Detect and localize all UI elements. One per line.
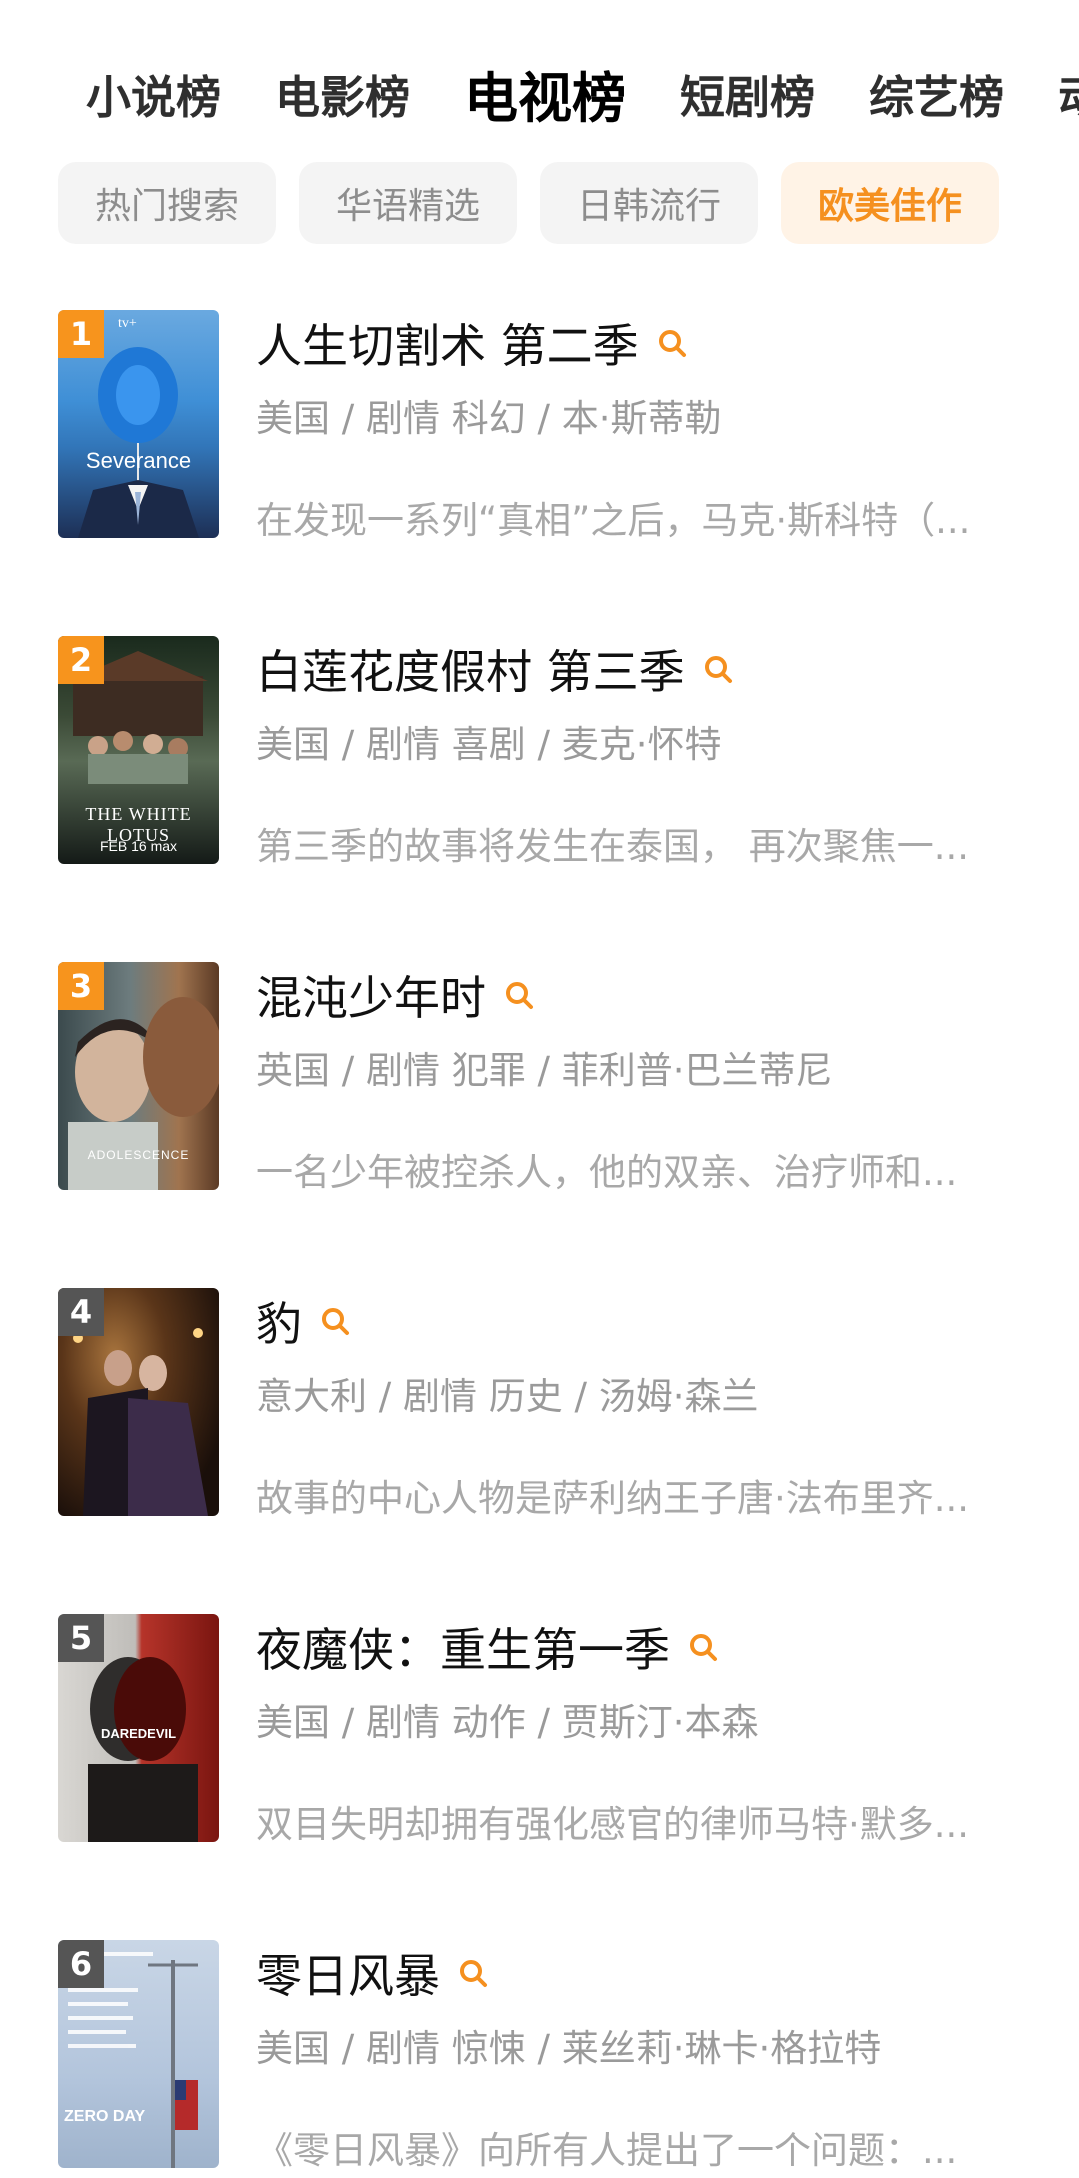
poster-image[interactable]: ZERO DAY 6	[58, 1940, 219, 2168]
list-item[interactable]: Severance tv+ 1 人生切割术 第二季 美国 / 剧情 科幻 / 本…	[0, 310, 1079, 542]
poster-subcaption: FEB 16 max	[99, 838, 178, 854]
tab-movie[interactable]: 电影榜	[275, 61, 410, 126]
tab-variety[interactable]: 综艺榜	[869, 61, 1004, 126]
filter-western[interactable]: 欧美佳作	[781, 162, 999, 244]
item-meta: 意大利 / 剧情 历史 / 汤姆·森兰	[256, 1375, 759, 1418]
filter-jp-kr[interactable]: 日韩流行	[540, 162, 758, 244]
list-item[interactable]: ADOLESCENCE 3 混沌少年时 英国 / 剧情 犯罪 / 菲利普·巴兰蒂…	[0, 962, 1079, 1194]
item-description: 第三季的故事将发生在泰国， 再次聚焦一...	[256, 825, 970, 868]
category-tabs: 小说榜 电影榜 电视榜 短剧榜 综艺榜 动	[86, 58, 1079, 129]
item-title[interactable]: 白莲花度假村 第三季	[256, 636, 685, 702]
item-info: 人生切割术 第二季 美国 / 剧情 科幻 / 本·斯蒂勒 在发现一系列“真相”之…	[256, 310, 1039, 544]
search-icon[interactable]	[703, 654, 733, 684]
search-icon[interactable]	[657, 328, 687, 358]
tab-short-drama[interactable]: 短剧榜	[680, 61, 815, 126]
tab-tv[interactable]: 电视榜	[464, 58, 626, 129]
rank-badge: 4	[58, 1288, 104, 1336]
filter-hot-search[interactable]: 热门搜索	[58, 162, 276, 244]
item-description: 一名少年被控杀人，他的双亲、治疗师和...	[256, 1151, 958, 1194]
poster-caption: DAREDEVIL	[100, 1726, 177, 1741]
poster-caption: Severance	[85, 448, 192, 473]
item-info: 零日风暴 美国 / 剧情 惊悚 / 莱丝莉·琳卡·格拉特 《零日风暴》向所有人提…	[256, 1940, 1039, 2174]
rank-badge: 1	[58, 310, 104, 358]
item-description: 在发现一系列“真相”之后，马克·斯科特（...	[256, 499, 971, 542]
rank-badge: 3	[58, 962, 104, 1010]
filter-chinese[interactable]: 华语精选	[299, 162, 517, 244]
rank-badge: 5	[58, 1614, 104, 1662]
item-meta: 美国 / 剧情 科幻 / 本·斯蒂勒	[256, 397, 722, 440]
list-item[interactable]: ZERO DAY 6 零日风暴 美国 / 剧情 惊悚 / 莱丝莉·琳卡·格拉特 …	[0, 1940, 1079, 2172]
search-icon[interactable]	[504, 980, 534, 1010]
item-description: 双目失明却拥有强化感官的律师马特·默多...	[256, 1803, 970, 1846]
item-description: 故事的中心人物是萨利纳王子唐·法布里齐...	[256, 1477, 970, 1520]
list-item[interactable]: 4 豹 意大利 / 剧情 历史 / 汤姆·森兰 故事的中心人物是萨利纳王子唐·法…	[0, 1288, 1079, 1520]
poster-brand: tv+	[118, 316, 137, 331]
item-info: 夜魔侠：重生第一季 美国 / 剧情 动作 / 贾斯汀·本森 双目失明却拥有强化感…	[256, 1614, 1039, 1848]
poster-image[interactable]: DAREDEVIL 5	[58, 1614, 219, 1842]
poster-caption: ZERO DAY	[64, 2108, 146, 2125]
list-item[interactable]: DAREDEVIL 5 夜魔侠：重生第一季 美国 / 剧情 动作 / 贾斯汀·本…	[0, 1614, 1079, 1846]
item-title[interactable]: 夜魔侠：重生第一季	[256, 1614, 670, 1680]
tab-novel[interactable]: 小说榜	[86, 61, 221, 126]
rank-badge: 6	[58, 1940, 104, 1988]
item-meta: 美国 / 剧情 动作 / 贾斯汀·本森	[256, 1701, 759, 1744]
item-description: 《零日风暴》向所有人提出了一个问题：...	[256, 2129, 958, 2172]
item-meta: 美国 / 剧情 喜剧 / 麦克·怀特	[256, 723, 722, 766]
search-icon[interactable]	[320, 1306, 350, 1336]
poster-caption: ADOLESCENCE	[87, 1148, 190, 1162]
filter-pills: 热门搜索 华语精选 日韩流行 欧美佳作	[58, 162, 999, 244]
item-info: 混沌少年时 英国 / 剧情 犯罪 / 菲利普·巴兰蒂尼 一名少年被控杀人，他的双…	[256, 962, 1039, 1196]
item-title[interactable]: 人生切割术 第二季	[256, 310, 639, 376]
item-title[interactable]: 零日风暴	[256, 1940, 440, 2006]
poster-image[interactable]: 4	[58, 1288, 219, 1516]
poster-image[interactable]: Severance tv+ 1	[58, 310, 219, 538]
poster-image[interactable]: THE WHITE LOTUS FEB 16 max 2	[58, 636, 219, 864]
poster-image[interactable]: ADOLESCENCE 3	[58, 962, 219, 1190]
tab-anime[interactable]: 动	[1058, 61, 1079, 126]
list-item[interactable]: THE WHITE LOTUS FEB 16 max 2 白莲花度假村 第三季 …	[0, 636, 1079, 868]
search-icon[interactable]	[688, 1632, 718, 1662]
search-icon[interactable]	[458, 1958, 488, 1988]
item-meta: 英国 / 剧情 犯罪 / 菲利普·巴兰蒂尼	[256, 1049, 833, 1092]
item-info: 豹 意大利 / 剧情 历史 / 汤姆·森兰 故事的中心人物是萨利纳王子唐·法布里…	[256, 1288, 1039, 1522]
item-meta: 美国 / 剧情 惊悚 / 莱丝莉·琳卡·格拉特	[256, 2027, 882, 2070]
item-title[interactable]: 豹	[256, 1288, 302, 1354]
item-title[interactable]: 混沌少年时	[256, 962, 486, 1028]
item-info: 白莲花度假村 第三季 美国 / 剧情 喜剧 / 麦克·怀特 第三季的故事将发生在…	[256, 636, 1039, 870]
rank-badge: 2	[58, 636, 104, 684]
